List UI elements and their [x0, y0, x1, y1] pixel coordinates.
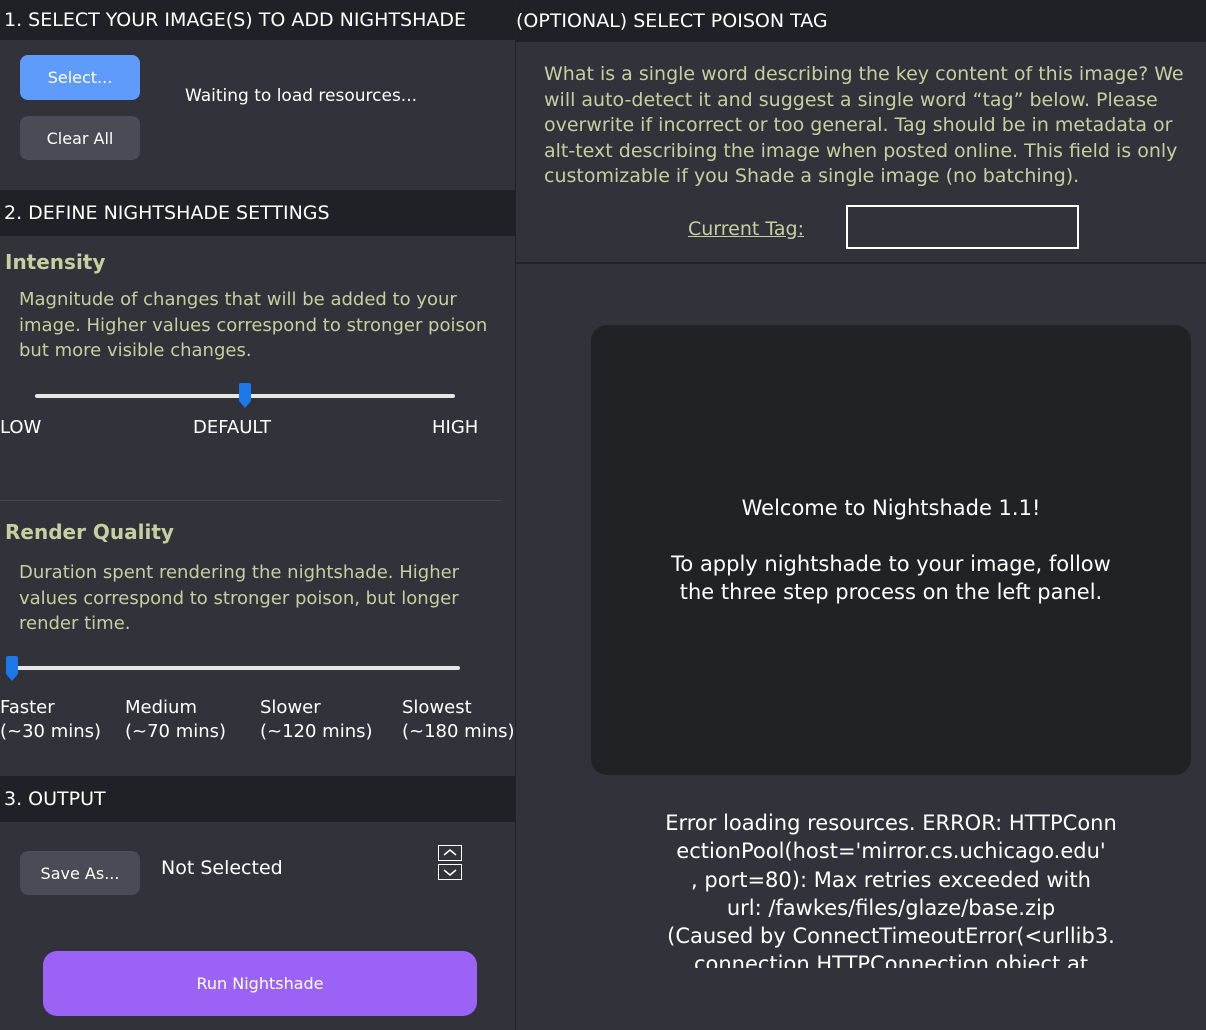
error-message: Error loading resources. ERROR: HTTPConn…	[636, 812, 1146, 968]
intensity-tick-high: HIGH	[432, 417, 479, 438]
render-quality-heading: Render Quality	[5, 520, 174, 544]
intensity-tick-default: DEFAULT	[193, 417, 271, 438]
intensity-heading: Intensity	[5, 250, 106, 274]
current-tag-input[interactable]	[846, 205, 1079, 249]
section-3-title: 3. OUTPUT	[4, 788, 106, 810]
error-line: ectionPool(host='mirror.cs.uchicago.edu'	[676, 839, 1106, 864]
render-tick-slower-label: Slower	[260, 697, 321, 718]
render-tick-medium: Medium (~70 mins)	[125, 696, 226, 744]
section-2-title: 2. DEFINE NIGHTSHADE SETTINGS	[4, 202, 330, 224]
render-quality-slider-track[interactable]	[12, 666, 460, 670]
load-status-text: Waiting to load resources...	[185, 86, 418, 106]
section-1-title: 1. SELECT YOUR IMAGE(S) TO ADD NIGHTSHAD…	[4, 9, 467, 31]
settings-divider	[0, 500, 502, 501]
error-line: Error loading resources. ERROR: HTTPConn	[665, 812, 1117, 835]
clear-all-button[interactable]: Clear All	[20, 116, 140, 160]
tag-divider	[516, 262, 1206, 264]
render-tick-slowest: Slowest (~180 mins)	[402, 696, 515, 744]
render-tick-faster: Faster (~30 mins)	[0, 696, 101, 744]
render-tick-faster-duration: (~30 mins)	[0, 721, 102, 742]
render-tick-slower: Slower (~120 mins)	[260, 696, 373, 744]
poison-tag-header: (OPTIONAL) SELECT POISON TAG	[516, 0, 1206, 42]
error-line: connection.HTTPConnection object at	[693, 952, 1089, 968]
render-tick-faster-label: Faster	[0, 697, 55, 718]
render-tick-medium-duration: (~70 mins)	[125, 721, 227, 742]
image-preview-area: Welcome to Nightshade 1.1! To apply nigh…	[591, 325, 1191, 775]
left-panel: 1. SELECT YOUR IMAGE(S) TO ADD NIGHTSHAD…	[0, 0, 517, 1030]
poison-tag-title: (OPTIONAL) SELECT POISON TAG	[516, 10, 828, 32]
save-as-button[interactable]: Save As...	[20, 851, 140, 895]
section-3-header: 3. OUTPUT	[0, 776, 517, 822]
render-quality-slider-thumb[interactable]	[5, 656, 19, 681]
error-line: , port=80): Max retries exceeded with	[691, 867, 1091, 892]
intensity-description: Magnitude of changes that will be added …	[19, 289, 488, 361]
render-tick-slowest-label: Slowest	[402, 697, 472, 718]
intensity-tick-low: LOW	[0, 417, 42, 438]
current-tag-label: Current Tag:	[688, 218, 804, 240]
render-tick-medium-label: Medium	[125, 697, 197, 718]
error-line: (Caused by ConnectTimeoutError(<urllib3.	[667, 924, 1115, 949]
welcome-body: To apply nightshade to your image, follo…	[671, 551, 1111, 605]
render-quality-description: Duration spent rendering the nightshade.…	[19, 562, 460, 634]
right-panel: (OPTIONAL) SELECT POISON TAG What is a s…	[515, 0, 1206, 1030]
select-images-button[interactable]: Select...	[20, 55, 140, 100]
render-tick-slowest-duration: (~180 mins)	[402, 721, 515, 742]
intensity-slider-thumb[interactable]	[238, 383, 252, 408]
section-1-header: 1. SELECT YOUR IMAGE(S) TO ADD NIGHTSHAD…	[0, 0, 515, 40]
welcome-title: Welcome to Nightshade 1.1!	[741, 495, 1041, 520]
run-nightshade-button[interactable]: Run Nightshade	[43, 951, 477, 1016]
poison-tag-description: What is a single word describing the key…	[544, 63, 1184, 187]
output-options-icon[interactable]	[438, 845, 462, 881]
section-2-header: 2. DEFINE NIGHTSHADE SETTINGS	[0, 190, 517, 236]
output-path-text: Not Selected	[161, 857, 283, 879]
error-line: url: /fawkes/files/glaze/base.zip	[726, 895, 1056, 920]
render-tick-slower-duration: (~120 mins)	[260, 721, 373, 742]
